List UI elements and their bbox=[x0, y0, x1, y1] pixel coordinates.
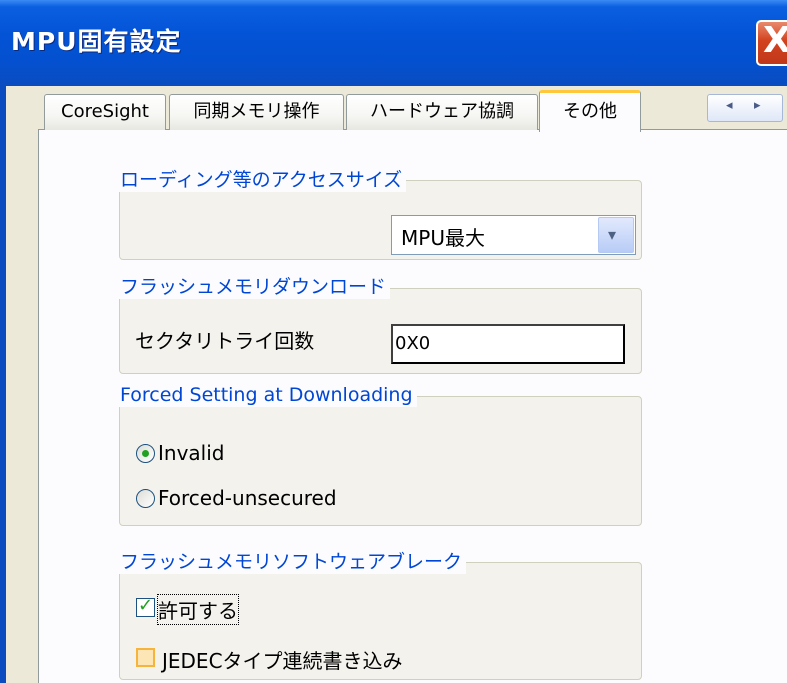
tab-other[interactable]: その他 bbox=[539, 90, 641, 132]
retry-count-field[interactable]: 0X0 bbox=[391, 324, 625, 364]
tab-hardware-cooperation[interactable]: ハードウェア協調 bbox=[346, 94, 538, 130]
checkbox-allow-label[interactable]: 許可する bbox=[157, 594, 239, 625]
radio-forced-unsecured[interactable] bbox=[136, 489, 155, 508]
scroll-right-icon[interactable]: ▸ bbox=[754, 98, 761, 113]
checkbox-allow[interactable]: ✓ bbox=[136, 595, 155, 617]
title-bar: MPU固有設定 X bbox=[0, 0, 787, 86]
access-size-value: MPU最大 bbox=[401, 226, 485, 250]
radio-selected-dot bbox=[142, 450, 149, 457]
tab-sync-memory[interactable]: 同期メモリ操作 bbox=[169, 94, 344, 130]
group-title-software-break: フラッシュメモリソフトウェアブレーク bbox=[118, 550, 467, 574]
checkbox-jedec-label[interactable]: JEDECタイプ連続書き込み bbox=[162, 645, 403, 674]
check-icon: ✓ bbox=[138, 595, 154, 616]
dropdown-button[interactable]: ▾ bbox=[598, 217, 634, 253]
close-icon: X bbox=[763, 20, 787, 61]
radio-invalid-label[interactable]: Invalid bbox=[158, 441, 224, 465]
window-frame-left bbox=[0, 86, 6, 683]
window-title: MPU固有設定 bbox=[11, 27, 182, 56]
tab-label: その他 bbox=[563, 101, 617, 122]
tab-label: ハードウェア協調 bbox=[370, 101, 514, 122]
radio-forced-unsecured-label[interactable]: Forced-unsecured bbox=[158, 486, 337, 510]
retry-count-label: セクタリトライ回数 bbox=[135, 329, 315, 353]
retry-count-value: 0X0 bbox=[395, 333, 431, 354]
checkbox-jedec[interactable] bbox=[136, 648, 155, 667]
tab-coresight[interactable]: CoreSight bbox=[44, 94, 166, 130]
access-size-select[interactable]: MPU最大 ▾ bbox=[391, 215, 636, 255]
tab-label: 同期メモリ操作 bbox=[193, 101, 320, 122]
tab-label: CoreSight bbox=[61, 101, 149, 122]
scroll-left-icon[interactable]: ◂ bbox=[726, 98, 733, 113]
chevron-down-icon: ▾ bbox=[608, 225, 617, 244]
group-title-forced-setting: Forced Setting at Downloading bbox=[118, 383, 417, 407]
tab-scroll-buttons: ◂ ▸ bbox=[707, 94, 783, 122]
radio-invalid[interactable] bbox=[136, 444, 155, 463]
close-button[interactable]: X bbox=[756, 20, 787, 66]
group-title-access-size: ローディング等のアクセスサイズ bbox=[118, 168, 407, 192]
group-title-flash-download: フラッシュメモリダウンロード bbox=[118, 275, 391, 299]
